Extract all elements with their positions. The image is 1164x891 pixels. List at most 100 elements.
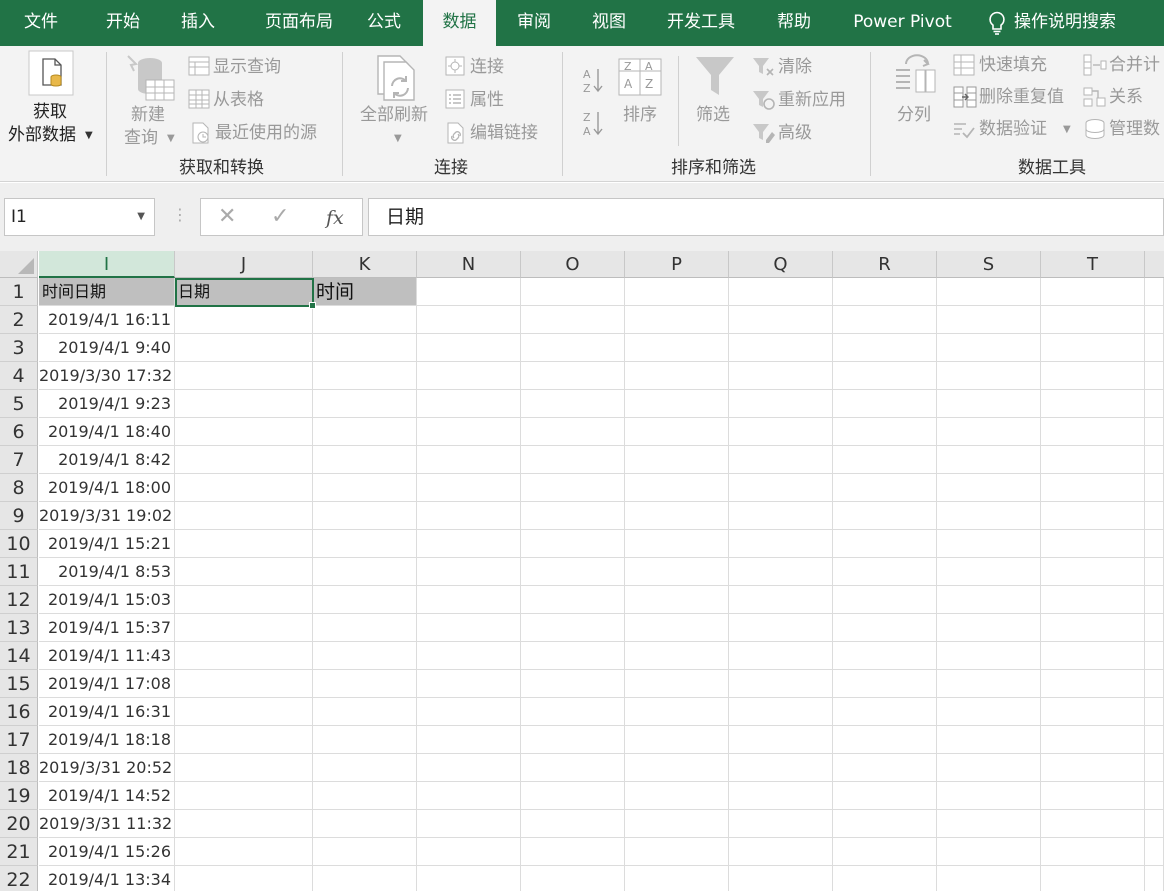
row-header[interactable]: 19 xyxy=(0,782,38,810)
cell[interactable] xyxy=(833,558,937,586)
cell[interactable] xyxy=(1145,502,1164,530)
row-header[interactable]: 11 xyxy=(0,558,38,586)
row-header[interactable]: 8 xyxy=(0,474,38,502)
row-header[interactable]: 5 xyxy=(0,390,38,418)
cell[interactable] xyxy=(833,614,937,642)
cell[interactable] xyxy=(313,334,417,362)
advanced-button[interactable]: 高级 xyxy=(778,122,812,144)
cell[interactable] xyxy=(521,810,625,838)
cell[interactable] xyxy=(1041,810,1145,838)
cell[interactable] xyxy=(1041,866,1145,891)
row-header[interactable]: 2 xyxy=(0,306,38,334)
cell[interactable] xyxy=(521,306,625,334)
datetime-cell[interactable]: 2019/3/31 11:32 xyxy=(39,810,175,838)
cell[interactable] xyxy=(175,810,313,838)
column-header-s[interactable]: S xyxy=(937,251,1041,278)
cell[interactable] xyxy=(625,754,729,782)
cell[interactable] xyxy=(1145,810,1164,838)
cell[interactable] xyxy=(313,502,417,530)
cell[interactable] xyxy=(521,334,625,362)
cell[interactable] xyxy=(1041,558,1145,586)
cell[interactable] xyxy=(1041,838,1145,866)
cell[interactable] xyxy=(521,698,625,726)
cell[interactable] xyxy=(833,306,937,334)
cell[interactable] xyxy=(175,614,313,642)
cell[interactable] xyxy=(1145,670,1164,698)
relationships-button[interactable]: 关系 xyxy=(1109,86,1143,108)
cell[interactable] xyxy=(729,334,833,362)
cell[interactable] xyxy=(833,334,937,362)
cell[interactable] xyxy=(313,558,417,586)
cell[interactable] xyxy=(625,866,729,891)
tell-me-search[interactable]: 操作说明搜索 xyxy=(1014,0,1139,46)
datetime-cell[interactable]: 2019/4/1 13:34 xyxy=(39,866,175,891)
properties-button[interactable]: 属性 xyxy=(470,89,504,111)
cell[interactable] xyxy=(729,810,833,838)
cell[interactable] xyxy=(313,362,417,390)
cell[interactable] xyxy=(175,390,313,418)
cell[interactable] xyxy=(417,474,521,502)
column-header-j[interactable]: J xyxy=(175,251,313,278)
cell[interactable] xyxy=(625,306,729,334)
cell[interactable] xyxy=(729,642,833,670)
cell[interactable] xyxy=(833,362,937,390)
cell[interactable] xyxy=(729,474,833,502)
tab-view[interactable]: 视图 xyxy=(580,0,638,46)
name-box[interactable]: I1 ▼ xyxy=(4,198,155,236)
cell[interactable] xyxy=(937,334,1041,362)
cell[interactable] xyxy=(417,530,521,558)
cell[interactable] xyxy=(625,642,729,670)
cell[interactable] xyxy=(521,362,625,390)
cell[interactable] xyxy=(937,838,1041,866)
cell[interactable] xyxy=(313,726,417,754)
cell[interactable] xyxy=(833,754,937,782)
datetime-cell[interactable]: 2019/3/31 19:02 xyxy=(39,502,175,530)
cell[interactable] xyxy=(521,614,625,642)
cell[interactable] xyxy=(625,278,729,306)
row-header[interactable]: 18 xyxy=(0,754,38,782)
row-header[interactable]: 21 xyxy=(0,838,38,866)
cell[interactable] xyxy=(1041,502,1145,530)
insert-function-icon[interactable]: fx xyxy=(326,204,344,232)
datetime-cell[interactable]: 2019/4/1 11:43 xyxy=(39,642,175,670)
cell[interactable] xyxy=(729,586,833,614)
cell[interactable] xyxy=(937,474,1041,502)
tab-developer[interactable]: 开发工具 xyxy=(655,0,747,46)
cell[interactable] xyxy=(521,390,625,418)
worksheet-grid[interactable]: I J K N O P Q R S T 1 时间日期 日期 时间 2 2019/4/1 1… xyxy=(0,251,1164,891)
cell[interactable] xyxy=(729,558,833,586)
cell[interactable] xyxy=(175,642,313,670)
cell[interactable] xyxy=(937,782,1041,810)
datetime-cell[interactable]: 2019/4/1 8:42 xyxy=(39,446,175,474)
cell[interactable] xyxy=(175,782,313,810)
cell[interactable] xyxy=(625,530,729,558)
cell[interactable] xyxy=(729,782,833,810)
clear-button[interactable]: 清除 xyxy=(778,56,812,78)
cell[interactable] xyxy=(729,530,833,558)
cancel-icon[interactable]: ✕ xyxy=(218,203,236,231)
cell[interactable] xyxy=(937,502,1041,530)
cell[interactable] xyxy=(175,530,313,558)
cell[interactable] xyxy=(1041,390,1145,418)
cell[interactable] xyxy=(1041,586,1145,614)
cell[interactable] xyxy=(625,586,729,614)
cell[interactable] xyxy=(175,362,313,390)
cell[interactable] xyxy=(417,390,521,418)
cell[interactable] xyxy=(175,558,313,586)
chevron-down-icon[interactable]: ▼ xyxy=(137,199,145,235)
cell[interactable] xyxy=(313,810,417,838)
cell[interactable] xyxy=(521,278,625,306)
datetime-cell[interactable]: 2019/4/1 18:00 xyxy=(39,474,175,502)
cell[interactable] xyxy=(417,306,521,334)
cell[interactable] xyxy=(417,446,521,474)
cell[interactable] xyxy=(1145,726,1164,754)
cell[interactable] xyxy=(175,866,313,891)
cell[interactable] xyxy=(1041,530,1145,558)
cell[interactable] xyxy=(937,726,1041,754)
cell[interactable] xyxy=(1145,782,1164,810)
datetime-cell[interactable]: 2019/4/1 18:40 xyxy=(39,418,175,446)
cell[interactable] xyxy=(1041,474,1145,502)
cell[interactable] xyxy=(417,754,521,782)
cell[interactable] xyxy=(1041,278,1145,306)
cell[interactable] xyxy=(1041,306,1145,334)
